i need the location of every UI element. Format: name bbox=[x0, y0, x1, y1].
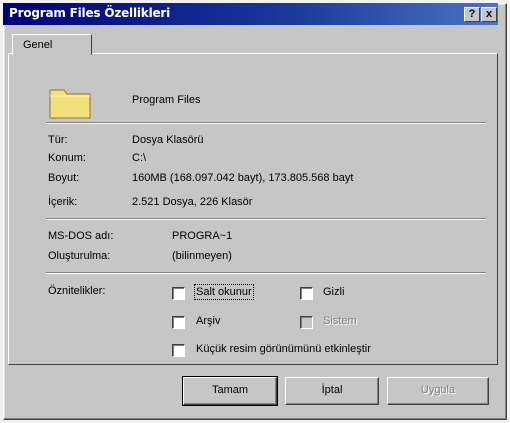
folder-name: Program Files bbox=[132, 94, 201, 106]
ok-button[interactable]: Tamam bbox=[182, 376, 278, 406]
help-button[interactable]: ? bbox=[464, 7, 480, 22]
tab-general[interactable]: Genel bbox=[12, 34, 92, 55]
type-value: Dosya Klasörü bbox=[132, 134, 204, 146]
location-value: C:\ bbox=[132, 152, 147, 164]
hidden-checkbox[interactable] bbox=[300, 287, 313, 300]
readonly-label[interactable]: Salt okunur bbox=[194, 284, 254, 300]
contents-value: 2.521 Dosya, 226 Klasör bbox=[132, 196, 253, 208]
archive-checkbox[interactable] bbox=[172, 316, 185, 329]
hidden-label[interactable]: Gizli bbox=[323, 286, 344, 298]
thumbnail-label[interactable]: Küçük resim görünümünü etkinleştir bbox=[196, 343, 371, 355]
created-label: Oluşturulma: bbox=[48, 250, 111, 262]
archive-label[interactable]: Arşiv bbox=[196, 315, 220, 327]
thumbnail-checkbox[interactable] bbox=[172, 344, 185, 357]
folder-icon bbox=[49, 89, 91, 119]
size-label: Boyut: bbox=[48, 172, 80, 184]
readonly-checkbox[interactable] bbox=[172, 287, 185, 300]
contents-label: İçerik: bbox=[48, 196, 78, 208]
type-label: Tür: bbox=[48, 134, 68, 146]
divider bbox=[46, 218, 486, 220]
window-title: Program Files Özellikleri bbox=[9, 6, 171, 20]
attributes-label: Öznitelikler: bbox=[48, 285, 106, 297]
system-checkbox bbox=[300, 316, 313, 329]
divider bbox=[46, 122, 486, 124]
size-value: 160MB (168.097.042 bayt), 173.805.568 ba… bbox=[132, 172, 354, 184]
close-button[interactable]: x bbox=[481, 7, 497, 22]
tab-label: Genel bbox=[23, 39, 53, 51]
created-value: (bilinmeyen) bbox=[172, 250, 232, 262]
divider bbox=[46, 272, 486, 274]
msdos-label: MS-DOS adı: bbox=[48, 230, 114, 242]
msdos-value: PROGRA~1 bbox=[172, 230, 233, 242]
location-label: Konum: bbox=[48, 152, 86, 164]
system-label: Sistem bbox=[323, 315, 357, 327]
title-bar[interactable]: Program Files Özellikleri ? x bbox=[3, 3, 498, 25]
cancel-button[interactable]: İptal bbox=[285, 377, 379, 405]
apply-button: Uygula bbox=[387, 377, 489, 405]
